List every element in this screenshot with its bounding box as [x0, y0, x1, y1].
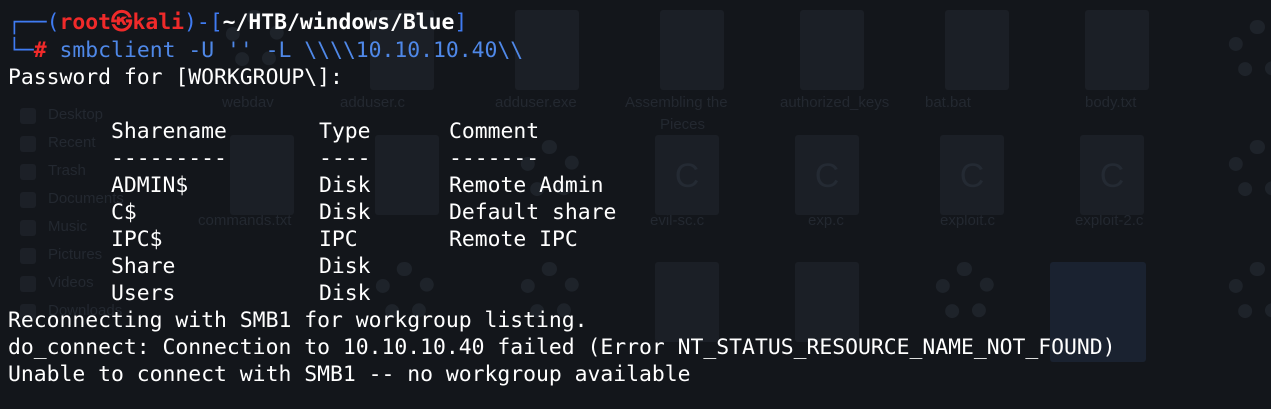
share-comment: Remote IPC: [449, 227, 578, 252]
prompt-line: ┌──(root㉿kali)-[~/HTB/windows/Blue]: [8, 9, 467, 36]
share-type: Disk: [319, 173, 371, 198]
share-name: C$: [111, 200, 137, 225]
terminal-output[interactable]: ┌──(root㉿kali)-[~/HTB/windows/Blue] └─# …: [0, 0, 1271, 409]
prompt-symbol: #: [33, 38, 47, 63]
command-line: └─# smbclient -U '' -L \\\\10.10.10.40\\: [8, 37, 523, 64]
separator: ---------: [111, 146, 227, 171]
prompt-host: kali: [132, 10, 184, 35]
share-type: Disk: [319, 254, 371, 279]
column-header-comment: Comment: [449, 119, 540, 144]
command-args: -U '' -L \\\\10.10.10.40\\: [188, 38, 524, 63]
prompt-box-bottom: └─: [8, 38, 34, 63]
separator: ----: [319, 146, 371, 171]
password-prompt: Password for [WORKGROUP\]:: [8, 65, 343, 90]
separator: -------: [449, 146, 540, 171]
share-name: ADMIN$: [111, 173, 189, 198]
skull-icon: ㉿: [111, 10, 133, 35]
output-line: do_connect: Connection to 10.10.10.40 fa…: [8, 335, 1116, 360]
share-type: IPC: [319, 227, 358, 252]
share-comment: Remote Admin: [449, 173, 604, 198]
prompt-separator: )-[: [183, 10, 223, 35]
command-program: smbclient: [59, 38, 176, 63]
prompt-path: ~/HTB/windows/Blue: [222, 10, 455, 35]
prompt-close-bracket: ]: [454, 10, 468, 35]
share-name: IPC$: [111, 227, 163, 252]
column-header-sharename: Sharename: [111, 119, 227, 144]
share-type: Disk: [319, 281, 371, 306]
prompt-box-top: ┌──(: [8, 10, 60, 35]
prompt-user: root: [59, 10, 112, 35]
column-header-type: Type: [319, 119, 371, 144]
output-line: Unable to connect with SMB1 -- no workgr…: [8, 362, 691, 387]
share-name: Share: [111, 254, 176, 279]
share-comment: Default share: [449, 200, 617, 225]
output-line: Reconnecting with SMB1 for workgroup lis…: [8, 308, 588, 333]
terminal-window[interactable]: webdav adduser.c adduser.exe Assembling …: [0, 0, 1271, 409]
share-type: Disk: [319, 200, 371, 225]
share-name: Users: [111, 281, 176, 306]
